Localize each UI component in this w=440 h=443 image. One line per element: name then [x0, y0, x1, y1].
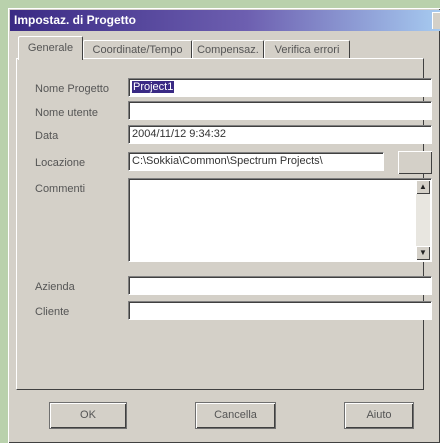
help-button[interactable]: Aiuto [345, 403, 413, 428]
user-name-label: Nome utente [35, 107, 98, 119]
tab-generale[interactable]: Generale [18, 36, 83, 60]
close-button[interactable] [432, 12, 440, 29]
cancel-button[interactable]: Cancella [196, 403, 275, 428]
user-name-field[interactable] [128, 101, 432, 120]
title-bar[interactable]: Impostaz. di Progetto [10, 10, 440, 31]
location-field[interactable]: C:\Sokkia\Common\Spectrum Projects\ [128, 152, 384, 171]
location-label: Locazione [35, 157, 86, 169]
project-name-label: Nome Progetto [35, 83, 109, 95]
project-name-field[interactable]: Project1 [128, 78, 432, 97]
scroll-up-arrow-icon[interactable]: ▲ [416, 180, 430, 194]
browse-location-button[interactable] [398, 151, 432, 174]
comments-textarea[interactable]: ▲ ▼ [128, 178, 432, 262]
date-field[interactable]: 2004/11/12 9:34:32 [128, 125, 432, 144]
project-name-value: Project1 [132, 81, 175, 93]
comments-label: Commenti [35, 183, 86, 195]
tab-verifica-errori[interactable]: Verifica errori [264, 40, 350, 59]
ok-button[interactable]: OK [50, 403, 126, 428]
comments-scrollbar[interactable]: ▲ ▼ [416, 180, 430, 260]
tab-compensazione[interactable]: Compensaz. [192, 40, 264, 59]
tab-coordinate-tempo[interactable]: Coordinate/Tempo [83, 40, 192, 59]
company-label: Azienda [35, 281, 75, 293]
client-label: Cliente [35, 306, 70, 318]
company-field[interactable] [128, 276, 432, 295]
client-field[interactable] [128, 301, 432, 320]
scroll-down-arrow-icon[interactable]: ▼ [416, 246, 430, 260]
window-title: Impostaz. di Progetto [14, 13, 137, 27]
date-label: Data [35, 130, 59, 142]
